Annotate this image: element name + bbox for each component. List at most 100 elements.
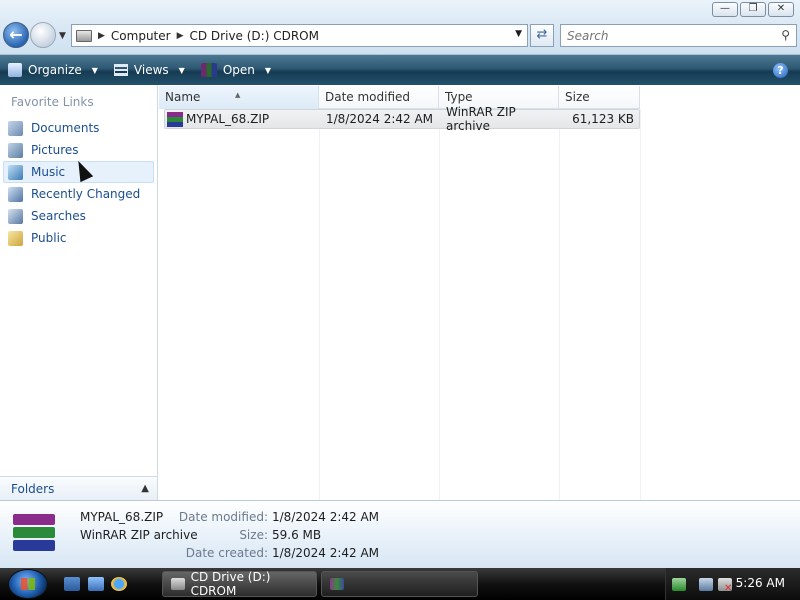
documents-icon — [8, 120, 23, 136]
search-input[interactable] — [561, 25, 771, 46]
refresh-button[interactable]: ⇄ — [530, 24, 554, 47]
nav-item-pictures[interactable]: Pictures — [3, 139, 154, 161]
folders-label: Folders — [11, 481, 55, 496]
column-header-date-modified[interactable]: Date modified — [319, 86, 439, 109]
nav-item-label: Music — [31, 165, 66, 179]
organize-icon — [8, 63, 22, 77]
search-box[interactable]: ⚲ — [560, 24, 797, 47]
nav-item-searches[interactable]: Searches — [3, 205, 154, 227]
nav-item-label: Public — [31, 231, 67, 245]
nav-item-documents[interactable]: Documents — [3, 117, 154, 139]
winrar-archive-icon — [13, 514, 55, 552]
nav-item-label: Recently Changed — [31, 187, 141, 201]
close-icon[interactable]: ✕ — [768, 2, 794, 17]
details-file-name: MYPAL_68.ZIP — [80, 510, 164, 524]
gridline — [640, 109, 641, 500]
search-icon[interactable]: ⚲ — [781, 28, 790, 42]
gridline — [319, 109, 320, 500]
network-icon[interactable] — [699, 578, 713, 591]
gridline — [559, 109, 560, 500]
address-dropdown-icon[interactable]: ▼ — [515, 29, 522, 39]
music-icon — [8, 164, 23, 180]
breadcrumb-separator-icon[interactable]: ▶ — [98, 31, 105, 41]
column-header-size[interactable]: Size — [559, 86, 640, 109]
details-size-label: Size: — [239, 528, 268, 542]
file-row[interactable]: MYPAL_68.ZIP 1/8/2024 2:42 AM WinRAR ZIP… — [164, 105, 640, 133]
column-header-name[interactable]: ▲ Name — [159, 86, 319, 109]
nav-item-label: Searches — [31, 209, 86, 223]
details-date-modified-label: Date modified: — [178, 510, 268, 524]
winrar-icon — [330, 578, 344, 590]
icon-band — [13, 514, 55, 525]
details-size-value: 59.6 MB — [272, 528, 322, 542]
nav-item-recently-changed[interactable]: Recently Changed — [3, 183, 154, 205]
column-header-row: ▲ Name Date modified Type Size — [159, 86, 640, 109]
forward-button[interactable] — [30, 22, 56, 48]
details-date-created-label: Date created: — [185, 546, 268, 560]
maximize-icon[interactable]: ❐ — [740, 2, 766, 17]
icon-band — [167, 121, 183, 127]
recently-changed-icon — [8, 186, 23, 202]
computer-icon — [76, 29, 92, 42]
command-bar: Organize ▼ Views ▼ Open ▼ ? — [0, 55, 800, 85]
nav-item-label: Pictures — [31, 143, 79, 157]
favorite-links-list: Documents Pictures Music Recently Change… — [3, 117, 154, 249]
security-center-icon[interactable] — [672, 578, 686, 591]
breadcrumb-separator-icon[interactable]: ▶ — [177, 31, 184, 41]
internet-explorer-icon[interactable] — [111, 577, 127, 591]
window-controls: — ❐ ✕ — [712, 2, 794, 17]
icon-band — [13, 527, 55, 538]
breadcrumb-cd-drive[interactable]: CD Drive (D:) CDROM — [190, 29, 319, 43]
icon-band — [13, 540, 55, 551]
taskbar: CD Drive (D:) CDROM ✕ 5:26 AM — [0, 568, 800, 600]
organize-label: Organize — [28, 63, 82, 77]
taskbar-button-label: CD Drive (D:) CDROM — [190, 570, 271, 598]
open-button[interactable]: Open ▼ — [200, 63, 279, 77]
organize-button[interactable]: Organize ▼ — [8, 63, 106, 77]
switch-windows-icon[interactable] — [88, 577, 104, 591]
winrar-archive-icon — [167, 111, 183, 127]
minimize-icon[interactable]: — — [712, 2, 738, 17]
favorite-links-heading: Favorite Links — [11, 95, 94, 109]
system-tray: ✕ 5:26 AM — [665, 568, 800, 600]
winrar-icon — [200, 63, 217, 77]
file-date-modified: 1/8/2024 2:42 AM — [326, 112, 434, 126]
details-date-created-value: 1/8/2024 2:42 AM — [272, 546, 380, 560]
address-bar[interactable]: ▶ Computer ▶ CD Drive (D:) CDROM ▼ — [71, 24, 528, 47]
breadcrumb-computer[interactable]: Computer — [111, 29, 171, 43]
sort-arrow-icon: ▲ — [235, 91, 241, 99]
chevron-down-icon: ▼ — [178, 65, 185, 75]
show-desktop-icon[interactable] — [64, 577, 80, 591]
views-button[interactable]: Views ▼ — [113, 63, 193, 77]
views-icon — [113, 64, 128, 76]
file-type: WinRAR ZIP archive — [446, 105, 516, 133]
views-label: Views — [133, 63, 169, 77]
refresh-icon: ⇄ — [536, 27, 548, 42]
details-date-modified-value: 1/8/2024 2:42 AM — [272, 510, 380, 524]
pictures-icon — [8, 142, 23, 158]
back-button[interactable]: ← — [3, 22, 29, 48]
nav-item-public[interactable]: Public — [3, 227, 154, 249]
folders-toggle[interactable]: Folders ▲ — [0, 476, 157, 500]
open-label: Open — [222, 63, 255, 77]
start-button[interactable] — [8, 569, 48, 599]
column-header-label: Name — [165, 90, 201, 104]
back-arrow-icon: ← — [9, 25, 23, 44]
clock[interactable]: 5:26 AM — [736, 576, 785, 590]
muted-indicator-icon: ✕ — [724, 583, 733, 594]
file-size: 61,123 KB — [572, 112, 634, 126]
file-list-pane: ▲ Name Date modified Type Size MYPAL_68.… — [159, 85, 800, 500]
file-name-cell: MYPAL_68.ZIP — [165, 111, 320, 127]
taskbar-button-cd-drive[interactable]: CD Drive (D:) CDROM — [162, 570, 317, 598]
chevron-down-icon: ▼ — [91, 65, 98, 75]
file-name: MYPAL_68.ZIP — [186, 112, 270, 126]
column-header-label: Date modified — [325, 90, 411, 104]
navigation-pane: Favorite Links Documents Pictures Music … — [0, 85, 158, 500]
cd-drive-icon — [171, 578, 185, 590]
taskbar-button-winrar[interactable] — [321, 571, 478, 597]
help-icon[interactable]: ? — [773, 63, 788, 78]
searches-icon — [8, 208, 23, 224]
recent-pages-dropdown-icon[interactable]: ▼ — [59, 31, 66, 41]
column-header-label: Size — [565, 90, 590, 104]
details-pane: MYPAL_68.ZIP WinRAR ZIP archive Date mod… — [0, 500, 800, 568]
